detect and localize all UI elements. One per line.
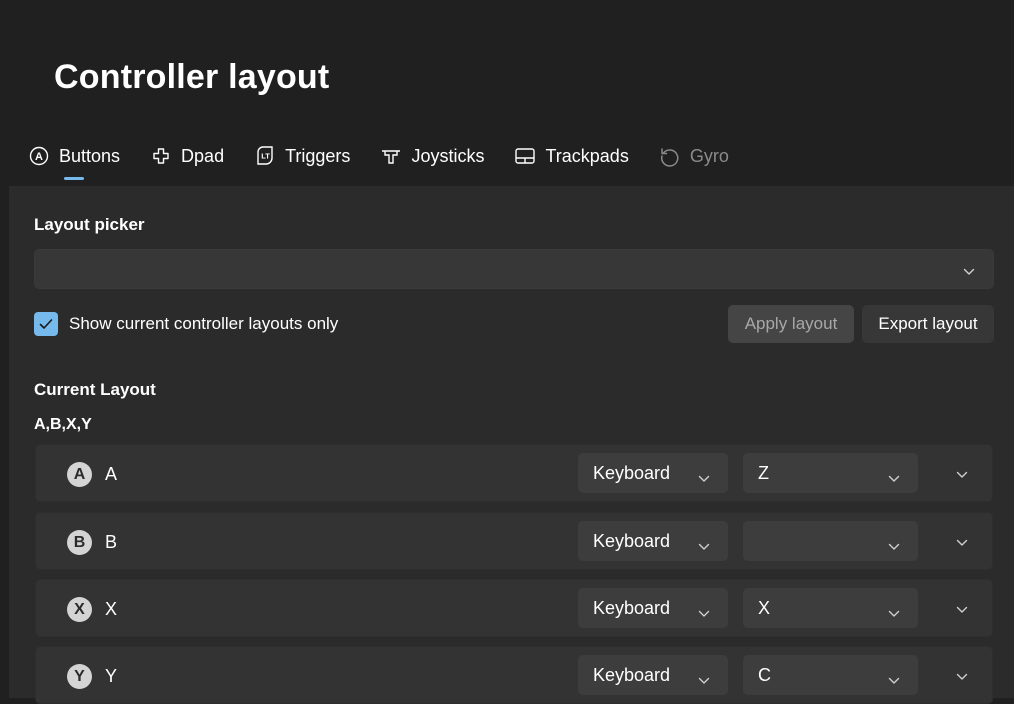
key-dropdown[interactable]: X bbox=[743, 588, 918, 628]
chevron-down-icon bbox=[698, 535, 710, 556]
current-layouts-filter[interactable]: Show current controller layouts only bbox=[34, 312, 338, 336]
chevron-down-icon bbox=[956, 539, 968, 546]
tab-trackpads[interactable]: Trackpads bbox=[514, 138, 629, 174]
input-type-dropdown[interactable]: Keyboard bbox=[578, 453, 728, 493]
input-type-dropdown[interactable]: Keyboard bbox=[578, 588, 728, 628]
chevron-down-icon bbox=[963, 263, 975, 281]
tab-label: Buttons bbox=[59, 145, 121, 166]
tab-label: Triggers bbox=[285, 145, 351, 166]
chevron-down-icon bbox=[888, 467, 900, 488]
buttons-panel: Layout picker Show current controller la… bbox=[9, 186, 1014, 704]
tab-buttons[interactable]: A Buttons bbox=[28, 138, 121, 180]
button-mapping-row-b: B B Keyboard bbox=[35, 512, 993, 570]
joystick-icon bbox=[380, 145, 402, 167]
group-label: A,B,X,Y bbox=[34, 416, 92, 433]
a-button-icon: A bbox=[67, 462, 92, 487]
input-type-dropdown[interactable]: Keyboard bbox=[578, 521, 728, 561]
tab-label: Dpad bbox=[181, 145, 225, 166]
current-layouts-checkbox[interactable] bbox=[34, 312, 58, 336]
tab-joysticks[interactable]: Joysticks bbox=[380, 138, 484, 174]
button-mapping-row-x: X X Keyboard X bbox=[35, 579, 993, 637]
dpad-icon bbox=[150, 145, 172, 167]
tab-bar: A Buttons Dpad LT Triggers Joysticks Tra… bbox=[28, 138, 759, 182]
current-layouts-label: Show current controller layouts only bbox=[69, 314, 339, 333]
active-tab-indicator bbox=[64, 177, 84, 180]
chevron-down-icon bbox=[888, 535, 900, 556]
chevron-down-icon bbox=[956, 673, 968, 680]
layout-picker-dropdown[interactable] bbox=[34, 249, 994, 289]
button-label: A bbox=[105, 464, 118, 484]
tab-label: Trackpads bbox=[545, 145, 629, 166]
input-type-value: Keyboard bbox=[593, 665, 671, 685]
chevron-down-icon bbox=[888, 669, 900, 690]
chevron-down-icon bbox=[956, 606, 968, 613]
tab-label: Joysticks bbox=[411, 145, 485, 166]
trigger-lt-icon: LT bbox=[254, 145, 276, 167]
checkmark-icon bbox=[39, 319, 53, 329]
y-button-icon: Y bbox=[67, 664, 92, 689]
input-type-dropdown[interactable]: Keyboard bbox=[578, 655, 728, 695]
expand-row-button[interactable] bbox=[948, 461, 976, 489]
chevron-down-icon bbox=[698, 602, 710, 623]
button-label: B bbox=[105, 532, 118, 552]
input-type-value: Keyboard bbox=[593, 531, 671, 551]
input-type-value: Keyboard bbox=[593, 463, 671, 483]
trackpad-icon bbox=[514, 145, 536, 167]
tab-triggers[interactable]: LT Triggers bbox=[254, 138, 350, 174]
key-dropdown[interactable] bbox=[743, 521, 918, 561]
key-value: C bbox=[758, 665, 771, 685]
export-layout-button[interactable]: Export layout bbox=[862, 305, 994, 343]
gyro-icon bbox=[659, 145, 681, 167]
expand-row-button[interactable] bbox=[948, 663, 976, 691]
button-label: Y bbox=[105, 666, 118, 686]
button-mapping-row-a: A A Keyboard Z bbox=[35, 444, 993, 502]
button-label: X bbox=[105, 599, 118, 619]
current-layout-heading: Current Layout bbox=[34, 380, 156, 399]
tab-label: Gyro bbox=[689, 145, 729, 166]
chevron-down-icon bbox=[698, 467, 710, 488]
key-dropdown[interactable]: Z bbox=[743, 453, 918, 493]
x-button-icon: X bbox=[67, 597, 92, 622]
b-button-icon: B bbox=[67, 530, 92, 555]
button-mapping-row-y: Y Y Keyboard C bbox=[35, 646, 993, 704]
layout-picker-label: Layout picker bbox=[34, 215, 145, 234]
page-title: Controller layout bbox=[54, 58, 330, 96]
chevron-down-icon bbox=[956, 471, 968, 478]
a-circle-icon: A bbox=[28, 145, 50, 167]
expand-row-button[interactable] bbox=[948, 596, 976, 624]
chevron-down-icon bbox=[698, 669, 710, 690]
key-value: X bbox=[758, 598, 771, 618]
input-type-value: Keyboard bbox=[593, 598, 671, 618]
key-dropdown[interactable]: C bbox=[743, 655, 918, 695]
chevron-down-icon bbox=[888, 602, 900, 623]
svg-text:A: A bbox=[35, 151, 43, 163]
svg-text:LT: LT bbox=[261, 152, 270, 161]
tab-gyro[interactable]: Gyro bbox=[659, 138, 729, 174]
tab-dpad[interactable]: Dpad bbox=[150, 138, 224, 174]
key-value: Z bbox=[758, 463, 769, 483]
apply-layout-button[interactable]: Apply layout bbox=[728, 305, 854, 343]
expand-row-button[interactable] bbox=[948, 529, 976, 557]
